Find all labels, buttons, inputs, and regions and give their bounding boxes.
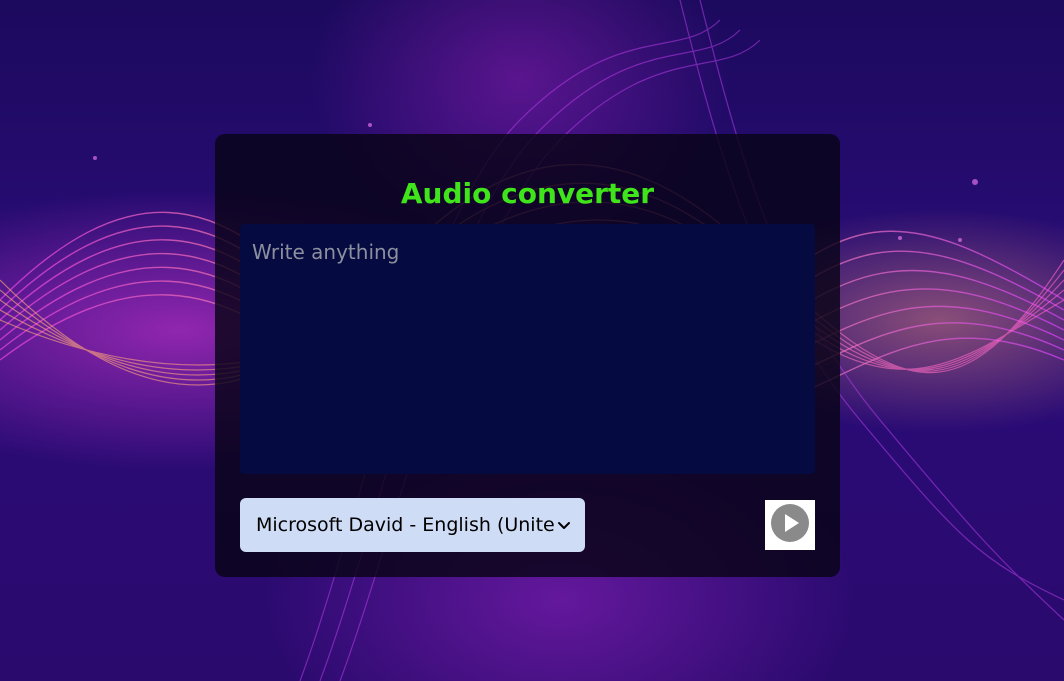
- voice-select-value: Microsoft David - English (United: [256, 514, 555, 536]
- chevron-down-icon: [555, 516, 573, 534]
- title-container: Audio converter: [215, 172, 840, 216]
- app-title: Audio converter: [400, 177, 655, 210]
- voice-select[interactable]: Microsoft David - English (United: [240, 498, 585, 552]
- play-circle-icon: [770, 503, 810, 547]
- play-button[interactable]: [765, 500, 815, 550]
- text-input[interactable]: [240, 224, 815, 474]
